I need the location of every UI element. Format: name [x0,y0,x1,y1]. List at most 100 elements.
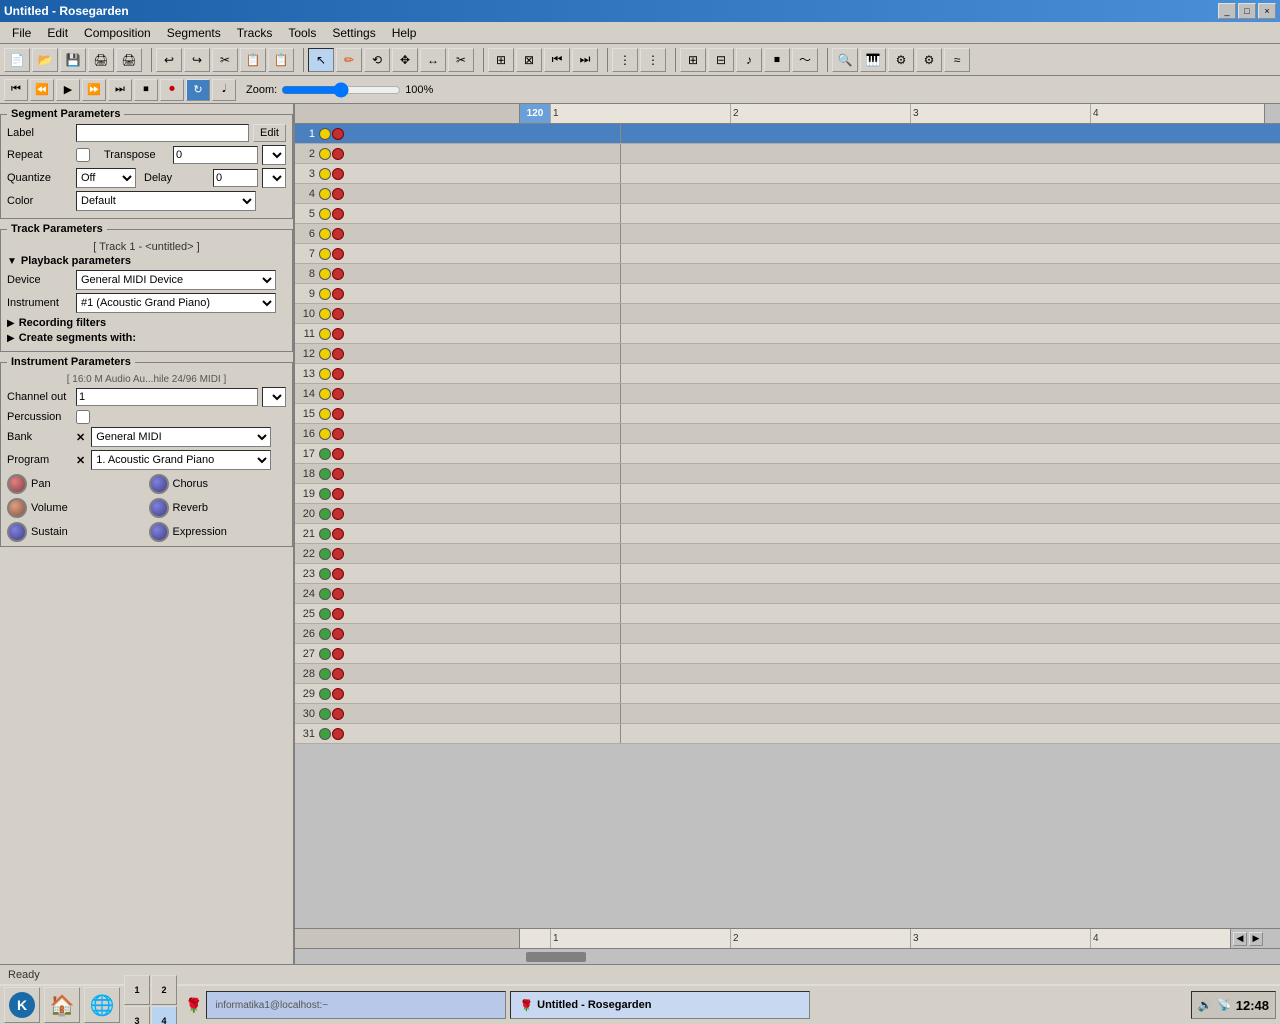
record-icon[interactable] [332,528,344,540]
track-row[interactable]: 31 [295,724,1280,744]
track-row[interactable]: 9 [295,284,1280,304]
record-button[interactable]: ⏺ [160,79,184,101]
active-window-button[interactable]: informatika1@localhost:~ [206,991,506,1019]
device-select[interactable]: General MIDI Device [76,270,276,290]
track-row[interactable]: 4 [295,184,1280,204]
record-icon[interactable] [332,128,344,140]
chorus-knob[interactable] [149,474,169,494]
mute-icon[interactable] [319,568,331,580]
mute-icon[interactable] [319,308,331,320]
mute-icon[interactable] [319,268,331,280]
wave-button[interactable]: 〜 [792,48,818,72]
mute-icon[interactable] [319,228,331,240]
track-row[interactable]: 6 [295,224,1280,244]
track-row[interactable]: 8 [295,264,1280,284]
track-row[interactable]: 7 [295,244,1280,264]
mute-icon[interactable] [319,128,331,140]
plugin-button[interactable]: ⚙ [888,48,914,72]
track-row[interactable]: 21 [295,524,1280,544]
transpose-input[interactable] [173,146,258,164]
menu-tracks[interactable]: Tracks [229,24,281,42]
record-icon[interactable] [332,188,344,200]
record-icon[interactable] [332,468,344,480]
record-icon[interactable] [332,388,344,400]
print2-button[interactable]: 🖨 [116,48,142,72]
maximize-button[interactable]: □ [1238,3,1256,19]
quantize-select[interactable]: Off [76,168,136,188]
mute-icon[interactable] [319,608,331,620]
track-row[interactable]: 29 [295,684,1280,704]
track-row[interactable]: 20 [295,504,1280,524]
mute-icon[interactable] [319,468,331,480]
program-select[interactable]: 1. Acoustic Grand Piano [91,450,271,470]
search-button[interactable]: 🔍 [832,48,858,72]
copy-button[interactable]: 📋 [240,48,266,72]
play-button[interactable]: ▶ [56,79,80,101]
label-input[interactable] [76,124,249,142]
scroll-right-button[interactable]: ▶ [1249,932,1263,946]
step-forward-button[interactable]: ⏩ [82,79,106,101]
mute-icon[interactable] [319,668,331,680]
record-icon[interactable] [332,408,344,420]
mute-icon[interactable] [319,708,331,720]
step-back-button[interactable]: ⏪ [30,79,54,101]
color-select[interactable]: Default [76,191,256,211]
track-row[interactable]: 26 [295,624,1280,644]
menu-composition[interactable]: Composition [76,24,159,42]
mute-icon[interactable] [319,448,331,460]
tracks-container[interactable]: 1 2 3 4 5 [295,124,1280,928]
jump-end-button[interactable]: ⏭ [108,79,132,101]
track-row[interactable]: 17 [295,444,1280,464]
record-icon[interactable] [332,648,344,660]
track-row[interactable]: 12 [295,344,1280,364]
note-button[interactable]: ♪ [736,48,762,72]
mute-icon[interactable] [319,328,331,340]
move-tool[interactable]: ✥ [392,48,418,72]
grid-button[interactable]: ⊞ [680,48,706,72]
record-icon[interactable] [332,288,344,300]
volume-knob[interactable] [7,498,27,518]
eraser-tool[interactable]: ⟲ [364,48,390,72]
grid2-button[interactable]: ⊟ [708,48,734,72]
mute-icon[interactable] [319,508,331,520]
record-icon[interactable] [332,148,344,160]
expression-knob[interactable] [149,522,169,542]
jump-start-button[interactable]: ⏮ [4,79,28,101]
track-row[interactable]: 23 [295,564,1280,584]
pointer-tool[interactable]: ↖ [308,48,334,72]
record-icon[interactable] [332,268,344,280]
record-icon[interactable] [332,568,344,580]
record-icon[interactable] [332,508,344,520]
track-row[interactable]: 18 [295,464,1280,484]
record-icon[interactable] [332,208,344,220]
record-icon[interactable] [332,708,344,720]
record-icon[interactable] [332,428,344,440]
stop-button[interactable]: ⏹ [134,79,158,101]
record-icon[interactable] [332,308,344,320]
device-button[interactable]: ⚙ [916,48,942,72]
channel-out-select[interactable]: ▼ [262,387,286,407]
record-icon[interactable] [332,168,344,180]
mute-icon[interactable] [319,628,331,640]
mute-icon[interactable] [319,348,331,360]
punch-button[interactable]: ⏭ [572,48,598,72]
dots2-button[interactable]: ⋮ [640,48,666,72]
record-icon[interactable] [332,488,344,500]
extra-button[interactable]: ≈ [944,48,970,72]
mute-icon[interactable] [319,288,331,300]
record-icon[interactable] [332,228,344,240]
rosegarden-window-button[interactable]: 🌹 Untitled - Rosegarden [510,991,810,1019]
delete-track-button[interactable]: ⊠ [516,48,542,72]
track-row[interactable]: 14 [295,384,1280,404]
desktop-4-button[interactable]: 4 [151,1006,177,1024]
metronome-button[interactable]: 𝅘𝅥 [212,79,236,101]
record-icon[interactable] [332,548,344,560]
piano-button[interactable]: 🎹 [860,48,886,72]
channel-out-input[interactable] [76,388,258,406]
track-row[interactable]: 22 [295,544,1280,564]
mute-icon[interactable] [319,208,331,220]
track-row[interactable]: 16 [295,424,1280,444]
mute-icon[interactable] [319,588,331,600]
delay-select[interactable]: ▼ [262,168,286,188]
record-icon[interactable] [332,248,344,260]
